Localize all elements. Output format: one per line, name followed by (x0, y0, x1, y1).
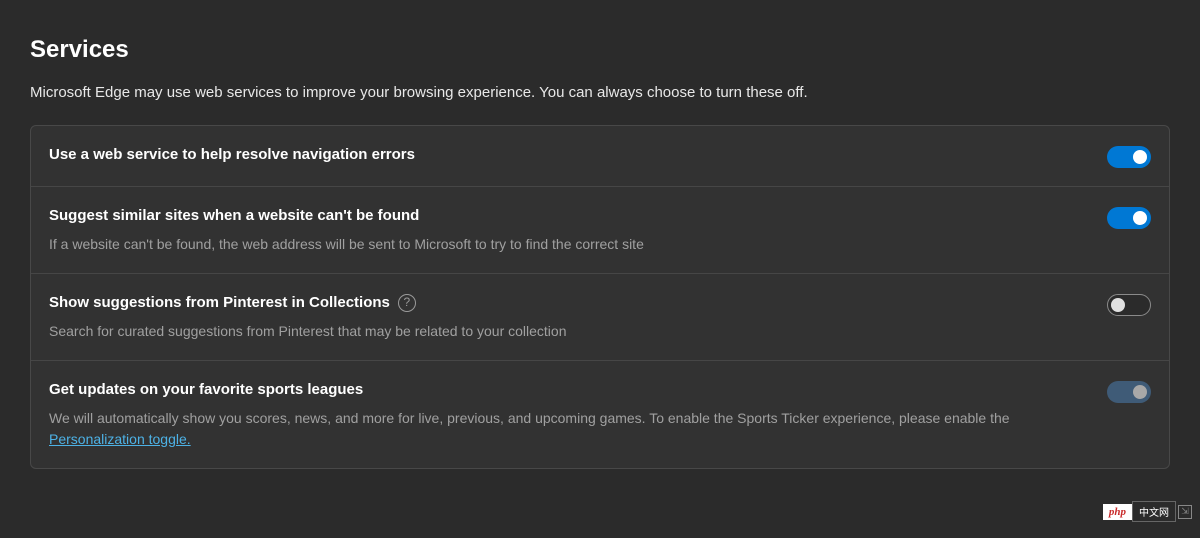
toggle-knob (1111, 298, 1125, 312)
setting-suggest-similar-sites: Suggest similar sites when a website can… (31, 187, 1169, 274)
setting-sports-leagues: Get updates on your favorite sports leag… (31, 361, 1169, 468)
expand-icon: ⇲ (1178, 505, 1192, 519)
toggle-navigation-errors[interactable] (1107, 146, 1151, 168)
toggle-pinterest-collections[interactable] (1107, 294, 1151, 316)
setting-sublabel: If a website can't be found, the web add… (49, 234, 1067, 255)
toggle-sports-leagues[interactable] (1107, 381, 1151, 403)
watermark: php 中文网 ⇲ (1103, 501, 1192, 522)
setting-label: Show suggestions from Pinterest in Colle… (49, 292, 416, 313)
setting-label: Use a web service to help resolve naviga… (49, 144, 415, 165)
setting-navigation-errors: Use a web service to help resolve naviga… (31, 126, 1169, 187)
toggle-knob (1133, 150, 1147, 164)
watermark-cn: 中文网 (1132, 501, 1176, 522)
toggle-suggest-similar-sites[interactable] (1107, 207, 1151, 229)
section-description: Microsoft Edge may use web services to i… (30, 84, 1170, 101)
personalization-toggle-link[interactable]: Personalization toggle. (49, 431, 191, 447)
toggle-knob (1133, 385, 1147, 399)
setting-sublabel: Search for curated suggestions from Pint… (49, 321, 1067, 342)
setting-label-text: Show suggestions from Pinterest in Colle… (49, 292, 390, 313)
setting-sublabel: We will automatically show you scores, n… (49, 408, 1067, 450)
section-title: Services (30, 36, 1170, 64)
setting-label: Suggest similar sites when a website can… (49, 205, 419, 226)
settings-panel: Use a web service to help resolve naviga… (30, 125, 1170, 469)
help-icon[interactable]: ? (398, 294, 416, 312)
watermark-php: php (1103, 504, 1132, 520)
setting-pinterest-collections: Show suggestions from Pinterest in Colle… (31, 274, 1169, 361)
toggle-knob (1133, 211, 1147, 225)
setting-sublabel-text: We will automatically show you scores, n… (49, 410, 1010, 426)
setting-label: Get updates on your favorite sports leag… (49, 379, 363, 400)
